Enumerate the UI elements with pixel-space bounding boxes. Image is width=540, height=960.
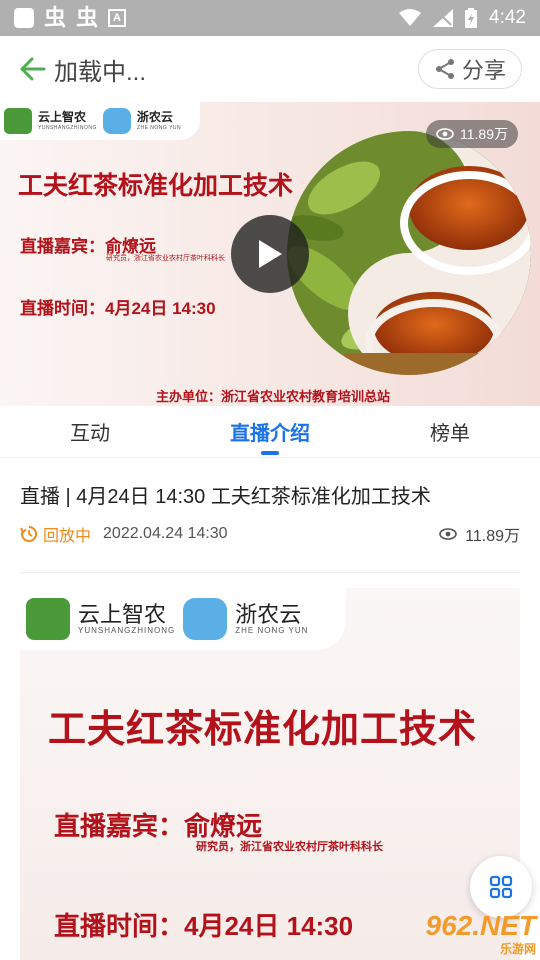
intro-poster-image: 云上智农 YUNSHANGZHINONG 浙农云 ZHE NONG YUN 工夫… — [20, 588, 520, 960]
bug-icon: 虫 — [76, 5, 99, 30]
zhenongyun-logo-icon — [102, 108, 131, 134]
grid-menu-button[interactable] — [470, 856, 532, 918]
banner-title: 工夫红茶标准化加工技术 — [18, 172, 294, 200]
status-bar: 虫 虫 A 4:42 — [0, 0, 540, 36]
poster-logo1-text: 云上智农 — [78, 601, 167, 627]
yunshang-logo-icon — [4, 108, 32, 134]
yunshang-logo-icon — [26, 598, 70, 640]
replay-status-label: 回放中 — [43, 528, 92, 545]
poster-title: 工夫红茶标准化加工技术 — [48, 709, 478, 751]
poster-guest-subtitle: 研究员，浙江省农业农村厅茶叶科科长 — [196, 841, 383, 853]
divider — [20, 572, 520, 573]
clock: 4:42 — [489, 7, 526, 28]
app-header: 加载中... 分享 — [0, 36, 540, 102]
banner-time: 直播时间：4月24日 14:30 — [20, 299, 216, 318]
replay-status-badge: 回放中 — [20, 522, 91, 546]
logo1-block: 云上智农 YUNSHANGZHINONG — [38, 110, 97, 131]
poster-logos: 云上智农 YUNSHANGZHINONG 浙农云 ZHE NONG YUN — [20, 588, 346, 650]
wifi-icon — [399, 9, 422, 26]
tea-image — [287, 131, 531, 375]
poster-time: 直播时间：4月24日 14:30 — [54, 911, 354, 941]
tab-indicator — [261, 451, 279, 455]
eye-icon — [439, 528, 457, 540]
poster-logo2-text: 浙农云 — [235, 601, 302, 627]
view-count: 11.89万 — [460, 126, 508, 142]
signal-icon — [433, 9, 454, 27]
logo2-text: 浙农云 — [136, 110, 173, 125]
watermark-main: 962.NET — [425, 909, 537, 941]
system-icons: 4:42 — [399, 7, 526, 29]
notification-icons: 虫 虫 A — [14, 5, 127, 30]
watermark: 962.NET 乐游网 — [400, 909, 537, 958]
logo1-text: 云上智农 — [38, 110, 87, 125]
battery-icon — [465, 8, 478, 28]
live-title: 直播 | 4月24日 14:30 工夫红茶标准化加工技术 — [20, 486, 431, 508]
bug-icon: 虫 — [44, 5, 67, 30]
share-button[interactable]: 分享 — [418, 49, 522, 89]
a-icon: A — [108, 9, 127, 27]
logo1-sub: YUNSHANGZHINONG — [38, 124, 97, 131]
live-date: 2022.04.24 14:30 — [103, 525, 228, 542]
poster-logo1-sub: YUNSHANGZHINONG — [78, 626, 176, 636]
view-count-text: 11.89万 — [465, 528, 520, 545]
zhenongyun-logo-icon — [183, 598, 228, 640]
tab-label: 直播介绍 — [230, 423, 310, 445]
share-icon — [435, 59, 454, 79]
app-icon — [14, 8, 34, 28]
back-arrow-icon[interactable] — [18, 54, 48, 84]
banner-host: 主办单位：浙江省农业农村教育培训总站 — [156, 389, 391, 404]
logo2-block: 浙农云 ZHE NONG YUN — [136, 110, 182, 131]
watermark-sub: 乐游网 — [499, 941, 536, 956]
meta-view-count: 11.89万 — [439, 522, 520, 546]
logo2-sub: ZHE NONG YUN — [136, 124, 182, 131]
replay-icon — [20, 525, 38, 542]
eye-icon — [436, 128, 454, 140]
tab-live-intro[interactable]: 直播介绍 — [180, 406, 360, 457]
play-icon — [259, 240, 282, 268]
banner-guest-subtitle: 研究员，浙江省农业农村厅茶叶科科长 — [106, 255, 225, 262]
meta-row: 回放中 2022.04.24 14:30 11.89万 — [20, 522, 520, 546]
page-title: 加载中... — [54, 58, 147, 86]
tab-bar: 互动 直播介绍 榜单 — [0, 406, 540, 458]
video-player[interactable]: 云上智农 YUNSHANGZHINONG 浙农云 ZHE NONG YUN 工夫… — [0, 102, 540, 406]
tab-interaction[interactable]: 互动 — [0, 406, 180, 457]
grid-icon — [489, 875, 513, 899]
play-button[interactable] — [231, 215, 309, 293]
tab-label: 榜单 — [430, 423, 470, 445]
poster-logo2-block: 浙农云 ZHE NONG YUN — [235, 603, 308, 635]
view-count-badge: 11.89万 — [426, 120, 518, 148]
tab-leaderboard[interactable]: 榜单 — [360, 406, 540, 457]
tab-label: 互动 — [70, 423, 110, 445]
share-label: 分享 — [461, 58, 506, 83]
poster-logo1-block: 云上智农 YUNSHANGZHINONG — [78, 603, 175, 635]
banner-logos: 云上智农 YUNSHANGZHINONG 浙农云 ZHE NONG YUN — [0, 102, 200, 140]
poster-logo2-sub: ZHE NONG YUN — [235, 626, 309, 636]
